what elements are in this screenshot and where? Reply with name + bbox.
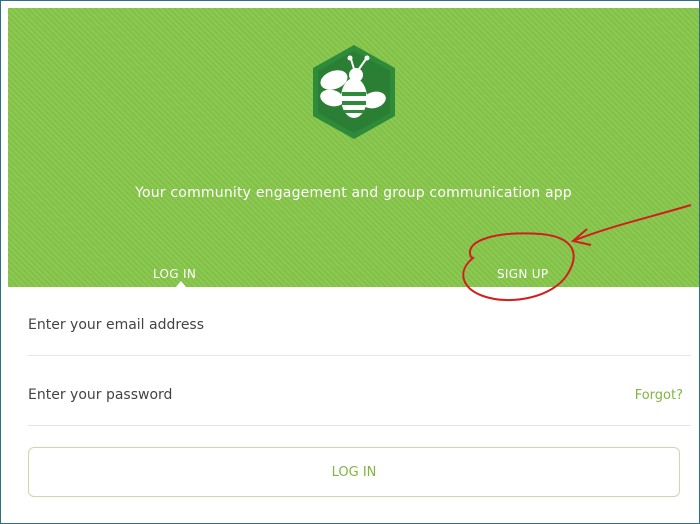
email-placeholder: Enter your email address [28,317,205,333]
bee-hexagon-icon [313,45,395,139]
hero-banner: Your community engagement and group comm… [8,8,699,288]
forgot-password-link[interactable]: Forgot? [635,388,683,403]
app-frame: Your community engagement and group comm… [0,0,700,524]
login-form: Enter your email address Enter your pass… [8,287,699,523]
tab-log-in[interactable]: LOG IN [153,267,196,281]
email-field[interactable]: Enter your email address [28,295,691,356]
password-field[interactable]: Enter your password Forgot? [28,365,691,426]
tab-sign-up[interactable]: SIGN UP [497,267,548,281]
password-placeholder: Enter your password [28,387,173,403]
log-in-button[interactable]: LOG IN [28,447,680,497]
app-tagline: Your community engagement and group comm… [135,185,572,201]
